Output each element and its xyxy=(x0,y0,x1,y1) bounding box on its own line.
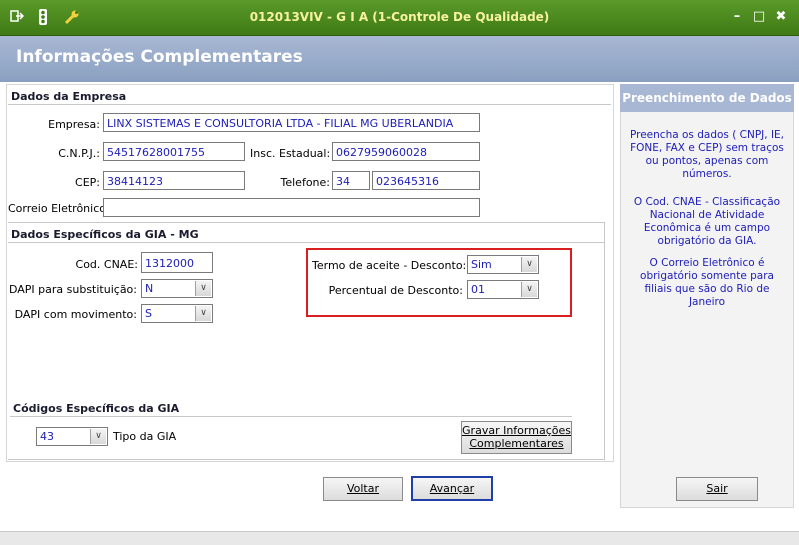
chevron-down-icon[interactable]: ∨ xyxy=(195,281,211,296)
tipo-gia-select[interactable]: 43 ∨ xyxy=(36,427,108,446)
status-bar xyxy=(0,531,799,545)
voltar-button[interactable]: Voltar xyxy=(323,477,403,501)
dapi-substituicao-select[interactable]: N ∨ xyxy=(141,279,213,298)
page-title: Informações Complementares xyxy=(16,47,303,67)
gravar-informacoes-button[interactable]: Gravar Informações Complementares xyxy=(461,421,572,454)
divider xyxy=(8,104,611,105)
divider xyxy=(10,416,572,417)
termo-aceite-select[interactable]: Sim ∨ xyxy=(467,255,539,274)
help-panel-title: Preenchimento de Dados xyxy=(620,84,794,112)
cep-field[interactable]: 38414123 xyxy=(103,171,245,190)
email-label: Correio Eletrônico: xyxy=(8,202,110,215)
telefone-numero-field[interactable]: 023645316 xyxy=(372,171,480,190)
telefone-ddd-field[interactable]: 34 xyxy=(332,171,370,190)
tipo-gia-label: Tipo da GIA xyxy=(113,430,177,443)
cep-label: CEP: xyxy=(75,176,100,189)
avancar-button[interactable]: Avançar xyxy=(411,476,493,501)
cnpj-field[interactable]: 54517628001755 xyxy=(103,142,245,161)
cnpj-label: C.N.P.J.: xyxy=(58,147,100,160)
minimize-button[interactable]: – xyxy=(729,9,745,25)
percentual-desconto-value: 01 xyxy=(471,283,485,296)
cnae-label: Cod. CNAE: xyxy=(75,258,138,271)
divider xyxy=(8,222,604,223)
insc-estadual-field[interactable]: 0627959060028 xyxy=(332,142,480,161)
dapi-substituicao-value: N xyxy=(145,282,154,295)
termo-aceite-value: Sim xyxy=(471,258,492,271)
empresa-label: Empresa: xyxy=(48,118,100,131)
dapi-movimento-select[interactable]: S ∨ xyxy=(141,304,213,323)
email-field[interactable] xyxy=(103,198,480,217)
help-text-cnae: O Cod. CNAE - Classificação Nacional de … xyxy=(633,196,781,247)
window-title: 012013VIV - G I A (1-Controle De Qualida… xyxy=(249,10,550,24)
maximize-button[interactable]: □ xyxy=(751,9,767,25)
insc-estadual-label: Insc. Estadual: xyxy=(250,147,331,160)
dapi-movimento-label: DAPI com movimento: xyxy=(14,308,137,321)
chevron-down-icon[interactable]: ∨ xyxy=(521,282,537,297)
help-text-cnpj: Preencha os dados ( CNPJ, IE, FONE, FAX … xyxy=(629,129,785,180)
cnae-field[interactable]: 1312000 xyxy=(141,252,213,273)
tipo-gia-value: 43 xyxy=(40,430,54,443)
divider xyxy=(604,222,605,460)
chevron-down-icon[interactable]: ∨ xyxy=(195,306,211,321)
divider xyxy=(8,459,605,460)
empresa-field[interactable]: LINX SISTEMAS E CONSULTORIA LTDA - FILIA… xyxy=(103,113,480,132)
percentual-desconto-select[interactable]: 01 ∨ xyxy=(467,280,539,299)
empresa-section-title: Dados da Empresa xyxy=(11,90,127,103)
dapi-movimento-value: S xyxy=(145,307,152,320)
chevron-down-icon[interactable]: ∨ xyxy=(521,257,537,272)
close-button[interactable]: ✖ xyxy=(773,9,789,25)
sair-button[interactable]: Sair xyxy=(676,477,758,501)
divider xyxy=(8,242,604,243)
dapi-substituicao-label: DAPI para substituição: xyxy=(8,283,137,296)
help-text-email: O Correio Eletrônico é obrigatório somen… xyxy=(640,257,774,308)
percentual-desconto-label: Percentual de Desconto: xyxy=(328,284,463,297)
termo-aceite-label: Termo de aceite - Desconto: xyxy=(312,259,467,272)
gia-section-title: Dados Específicos da GIA - MG xyxy=(11,228,199,241)
codigos-section-title: Códigos Específicos da GIA xyxy=(13,402,180,415)
telefone-label: Telefone: xyxy=(280,176,331,189)
chevron-down-icon[interactable]: ∨ xyxy=(90,429,106,444)
